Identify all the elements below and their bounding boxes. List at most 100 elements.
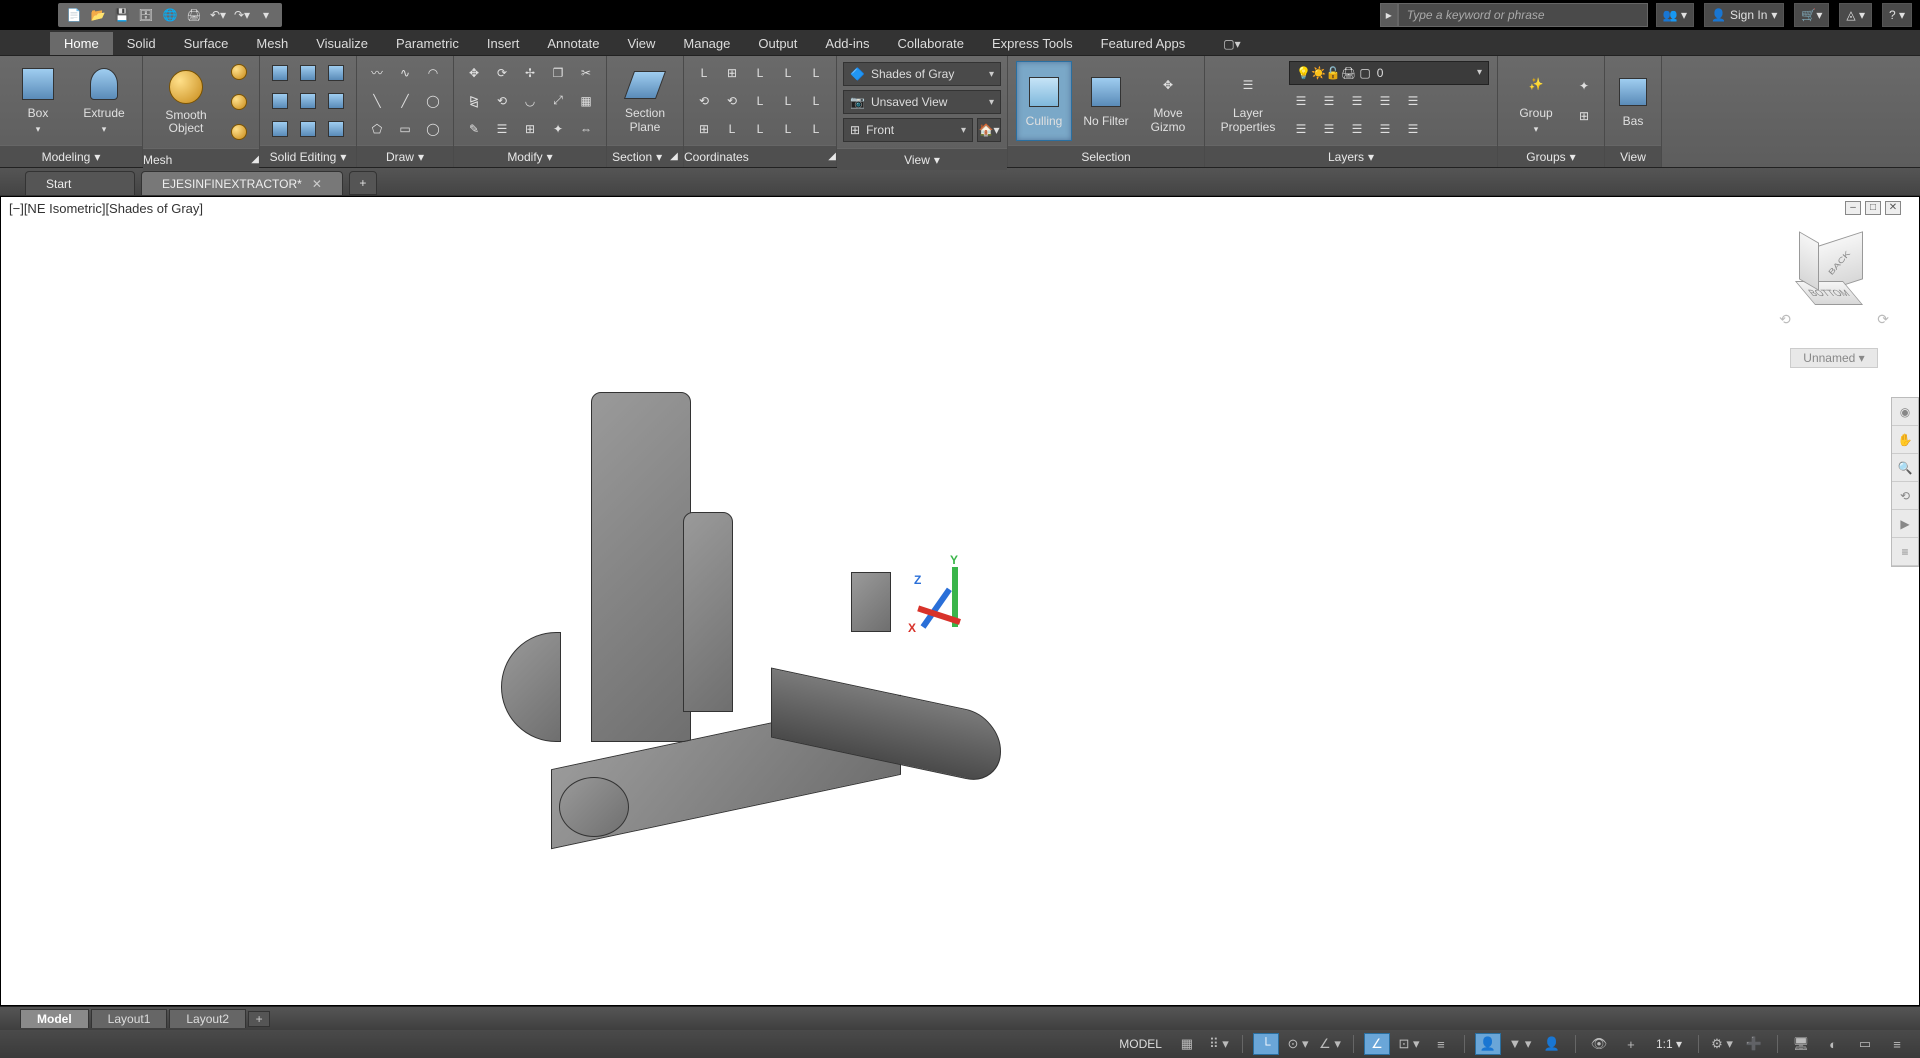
layer-tool-4[interactable]: ☰ bbox=[1373, 89, 1397, 113]
se-union-icon[interactable] bbox=[268, 61, 292, 85]
draw-rect-icon[interactable]: ▭ bbox=[393, 117, 417, 141]
se-tool-4[interactable] bbox=[268, 89, 292, 113]
nav-pan-icon[interactable]: ✋ bbox=[1892, 426, 1918, 454]
viewport-max-icon[interactable]: □ bbox=[1865, 201, 1881, 215]
saveas-icon[interactable]: 🗄 bbox=[136, 5, 156, 25]
clean-screen-icon[interactable]: ▭ bbox=[1852, 1033, 1878, 1055]
ortho-toggle-icon[interactable]: └ bbox=[1253, 1033, 1279, 1055]
annotation-auto-icon[interactable]: + bbox=[1618, 1033, 1644, 1055]
layer-tool-8[interactable]: ☰ bbox=[1345, 117, 1369, 141]
view-orientation-dropdown[interactable]: ⊞ Front bbox=[843, 118, 973, 142]
draw-line-icon[interactable]: ╲ bbox=[365, 89, 389, 113]
ucs-name-dropdown[interactable]: Unnamed ▾ bbox=[1790, 348, 1877, 368]
plot-icon[interactable]: 🖨 bbox=[184, 5, 204, 25]
se-tool-5[interactable] bbox=[296, 89, 320, 113]
search-input[interactable]: Type a keyword or phrase bbox=[1398, 3, 1648, 27]
se-tool-6[interactable] bbox=[324, 89, 348, 113]
ribbon-tab-solid[interactable]: Solid bbox=[113, 32, 170, 55]
panel-layers-title[interactable]: Layers ▾ bbox=[1205, 145, 1497, 167]
app-store-icon[interactable]: ◬ ▾ bbox=[1839, 3, 1872, 27]
panel-mesh-title[interactable]: Mesh ◢ bbox=[143, 148, 259, 170]
dynamic-ucs-icon[interactable]: 👤 bbox=[1475, 1033, 1501, 1055]
panel-coordinates-title[interactable]: Coordinates ◢ bbox=[684, 145, 836, 167]
layer-tool-6[interactable]: ☰ bbox=[1289, 117, 1313, 141]
movegizmo-button[interactable]: ✥ Move Gizmo bbox=[1140, 61, 1196, 141]
ucs-tool-8[interactable]: L bbox=[748, 89, 772, 113]
ucs-tool-12[interactable]: L bbox=[720, 117, 744, 141]
layout-add-button[interactable]: + bbox=[248, 1011, 270, 1027]
layer-selector[interactable]: 💡☀️🔓🖨 ▢ 0 bbox=[1289, 61, 1489, 85]
ucs-tool-10[interactable]: L bbox=[804, 89, 828, 113]
help-icon[interactable]: ? ▾ bbox=[1882, 3, 1912, 27]
ucs-tool-11[interactable]: ⊞ bbox=[692, 117, 716, 141]
web-open-icon[interactable]: 🌐 bbox=[160, 5, 180, 25]
grid-toggle-icon[interactable]: ▦ bbox=[1174, 1033, 1200, 1055]
layer-tool-9[interactable]: ☰ bbox=[1373, 117, 1397, 141]
annotation-monitor-icon[interactable]: ➕ bbox=[1741, 1033, 1767, 1055]
mod-trim-icon[interactable]: ✂ bbox=[574, 61, 598, 85]
viewcube-ccw-icon[interactable]: ⟲ bbox=[1779, 311, 1791, 328]
section-plane-button[interactable]: Section Plane bbox=[615, 61, 675, 141]
mod-3dmove-icon[interactable]: ✢ bbox=[518, 61, 542, 85]
panel-draw-title[interactable]: Draw ▾ bbox=[357, 145, 453, 167]
draw-xline-icon[interactable]: ╱ bbox=[393, 89, 417, 113]
draw-polyline-icon[interactable]: 〰 bbox=[365, 61, 389, 85]
isodraft-toggle-icon[interactable]: ∠ ▾ bbox=[1317, 1033, 1343, 1055]
ucs-tool-6[interactable]: ⟲ bbox=[692, 89, 716, 113]
nav-showmotion-icon[interactable]: ▶ bbox=[1892, 510, 1918, 538]
redo-icon[interactable]: ↷▾ bbox=[232, 5, 252, 25]
box-button[interactable]: Box▾ bbox=[8, 61, 68, 141]
ribbon-tab-manage[interactable]: Manage bbox=[669, 32, 744, 55]
panel-solid-editing-title[interactable]: Solid Editing ▾ bbox=[260, 145, 356, 167]
polar-toggle-icon[interactable]: ⊙ ▾ bbox=[1285, 1033, 1311, 1055]
mod-copy-icon[interactable]: ❐ bbox=[546, 61, 570, 85]
mod-align-icon[interactable]: ☰ bbox=[490, 117, 514, 141]
saved-view-dropdown[interactable]: 📷 Unsaved View bbox=[843, 90, 1001, 114]
layer-tool-5[interactable]: ☰ bbox=[1401, 89, 1425, 113]
mod-3drotate-icon[interactable]: ⟲ bbox=[490, 89, 514, 113]
panel-modeling-title[interactable]: Modeling ▾ bbox=[0, 145, 142, 167]
ucs-tool-15[interactable]: L bbox=[804, 117, 828, 141]
mod-offset-icon[interactable]: ⊞ bbox=[518, 117, 542, 141]
se-tool-8[interactable] bbox=[296, 117, 320, 141]
ribbon-minimize-icon[interactable]: ▢▾ bbox=[1219, 33, 1244, 55]
layer-tool-2[interactable]: ☰ bbox=[1317, 89, 1341, 113]
qat-more-icon[interactable]: ▾ bbox=[256, 5, 276, 25]
extrude-button[interactable]: Extrude▾ bbox=[74, 61, 134, 141]
draw-ellipse-icon[interactable]: ◯ bbox=[421, 117, 445, 141]
ribbon-tab-output[interactable]: Output bbox=[744, 32, 811, 55]
layer-properties-button[interactable]: ☰ Layer Properties bbox=[1213, 61, 1283, 141]
ribbon-tab-addins[interactable]: Add-ins bbox=[811, 32, 883, 55]
ribbon-tab-insert[interactable]: Insert bbox=[473, 32, 534, 55]
group-edit-icon[interactable]: ⊞ bbox=[1572, 104, 1596, 128]
view-home-icon[interactable]: 🏠▾ bbox=[977, 118, 1001, 142]
open-icon[interactable]: 📂 bbox=[88, 5, 108, 25]
layer-tool-1[interactable]: ☰ bbox=[1289, 89, 1313, 113]
ribbon-tab-collaborate[interactable]: Collaborate bbox=[883, 32, 978, 55]
layer-tool-10[interactable]: ☰ bbox=[1401, 117, 1425, 141]
mod-scale-icon[interactable]: ⤢ bbox=[546, 89, 570, 113]
customization-icon[interactable]: ≡ bbox=[1884, 1033, 1910, 1055]
otrack-toggle-icon[interactable]: ≡ bbox=[1428, 1033, 1454, 1055]
selection-filter-icon[interactable]: ▼ ▾ bbox=[1507, 1033, 1533, 1055]
osnap-toggle-icon[interactable]: ∠ bbox=[1364, 1033, 1390, 1055]
cart-icon[interactable]: 🛒▾ bbox=[1794, 3, 1829, 27]
mod-mirror-icon[interactable]: ⧎ bbox=[462, 89, 486, 113]
layer-tool-3[interactable]: ☰ bbox=[1345, 89, 1369, 113]
nav-more-icon[interactable]: ≡ bbox=[1892, 538, 1918, 566]
ucs-tool-1[interactable]: L bbox=[692, 61, 716, 85]
mesh-tool-2[interactable] bbox=[227, 90, 251, 114]
panel-modify-title[interactable]: Modify ▾ bbox=[454, 145, 606, 167]
mod-erase-icon[interactable]: ✎ bbox=[462, 117, 486, 141]
ucs-tool-13[interactable]: L bbox=[748, 117, 772, 141]
ucs-tool-7[interactable]: ⟲ bbox=[720, 89, 744, 113]
nav-wheel-icon[interactable]: ◉ bbox=[1892, 398, 1918, 426]
visual-style-dropdown[interactable]: 🔷 Shades of Gray bbox=[843, 62, 1001, 86]
ungroup-icon[interactable]: ✦ bbox=[1572, 74, 1596, 98]
panel-section-title[interactable]: Section ▾ ◢ bbox=[607, 145, 683, 167]
isolate-objects-icon[interactable]: ◐ bbox=[1820, 1033, 1846, 1055]
nav-orbit-icon[interactable]: ⟲ bbox=[1892, 482, 1918, 510]
nofilter-button[interactable]: No Filter bbox=[1078, 61, 1134, 141]
ribbon-tab-featured[interactable]: Featured Apps bbox=[1087, 32, 1200, 55]
base-view-button[interactable]: Bas bbox=[1613, 61, 1653, 141]
